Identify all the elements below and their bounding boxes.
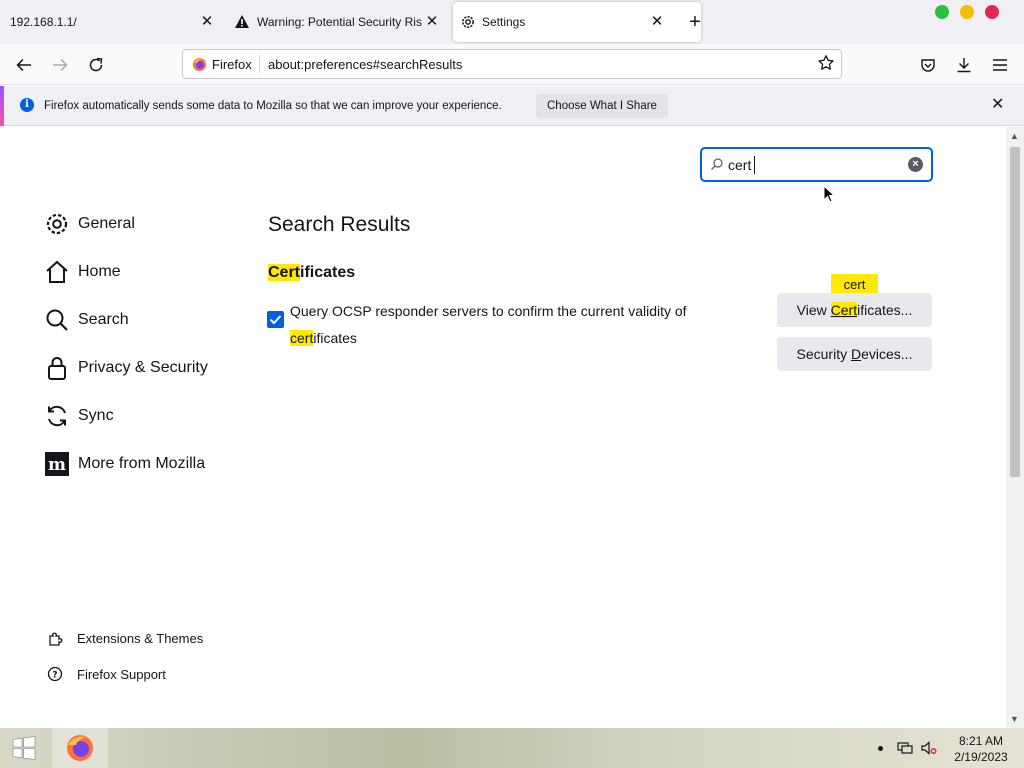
window-close-button[interactable] [985, 5, 999, 19]
tab-title: 192.168.1.1/ [10, 15, 77, 29]
sidebar-link-label: Extensions & Themes [77, 630, 204, 646]
search-highlight: Cert [268, 264, 301, 281]
tab-router[interactable]: 192.168.1.1/ ✕ [0, 0, 220, 44]
clear-search-icon[interactable]: × [908, 157, 923, 172]
tab-security-warning[interactable]: Warning: Potential Security Risk Ahead ✕ [224, 0, 449, 44]
sidebar-item-label: Sync [78, 407, 114, 424]
sidebar-item-general[interactable]: General [44, 210, 135, 238]
help-icon: ? [46, 665, 64, 683]
svg-text:?: ? [52, 671, 57, 681]
ocsp-label[interactable]: Query OCSP responder servers to confirm … [290, 298, 730, 352]
scrollbar-thumb[interactable] [1010, 147, 1020, 477]
identity-label: Firefox [212, 57, 252, 72]
tab-title: Warning: Potential Security Risk Ahead [257, 15, 422, 29]
telemetry-notification-bar: i Firefox automatically sends some data … [0, 86, 1024, 126]
preferences-content: cert × General Home Search Privacy & Sec… [0, 127, 1006, 728]
section-title-rest: ificates [300, 264, 356, 281]
sidebar-item-sync[interactable]: Sync [44, 402, 114, 430]
sidebar-item-privacy-security[interactable]: Privacy & Security [44, 354, 208, 382]
lock-icon [44, 355, 70, 381]
tab-close-icon[interactable]: ✕ [424, 14, 440, 30]
window-maximize-button[interactable] [935, 5, 949, 19]
clock-time: 8:21 AM [958, 734, 1004, 748]
scroll-up-arrow-icon[interactable]: ▲ [1010, 131, 1019, 141]
settings-search-input[interactable]: cert × [700, 147, 933, 182]
taskbar-clock[interactable]: 8:21 AM 2/19/2023 [950, 733, 1012, 765]
search-results-heading: Search Results [268, 213, 411, 236]
url-text[interactable]: about:preferences#searchResults [268, 57, 462, 72]
puzzle-icon [46, 629, 64, 647]
notification-close-icon[interactable]: ✕ [991, 97, 1004, 113]
warning-icon [234, 14, 250, 32]
search-icon [44, 307, 70, 333]
button-text: View [796, 302, 831, 318]
new-tab-plus-icon[interactable]: + [686, 12, 704, 32]
search-highlight: cert [290, 330, 314, 346]
tab-close-icon[interactable]: ✕ [199, 14, 215, 30]
mozilla-icon: m [44, 451, 70, 477]
button-text: evices... [861, 346, 913, 362]
window-minimize-button[interactable] [960, 5, 974, 19]
button-text: Security [796, 346, 851, 362]
sync-icon [44, 403, 70, 429]
firefox-taskbar-icon[interactable] [52, 728, 108, 768]
reload-icon[interactable] [85, 54, 107, 76]
address-bar[interactable]: Firefox about:preferences#searchResults [182, 49, 842, 79]
tray-dot-icon[interactable] [878, 746, 883, 751]
search-input-value: cert [728, 157, 752, 173]
notification-message: Firefox automatically sends some data to… [44, 100, 502, 112]
vertical-scrollbar[interactable]: ▲ ▼ [1006, 127, 1024, 728]
ocsp-label-rest: ificates [313, 330, 357, 346]
sidebar-item-home[interactable]: Home [44, 258, 121, 286]
network-icon[interactable] [897, 741, 913, 760]
sidebar-link-label: Firefox Support [77, 666, 166, 682]
svg-text:m: m [48, 455, 66, 475]
tab-strip: 192.168.1.1/ ✕ Warning: Potential Securi… [0, 0, 1024, 44]
sidebar-item-label: Search [78, 311, 129, 328]
volume-muted-icon[interactable] [921, 741, 937, 760]
forward-arrow-icon[interactable] [49, 54, 71, 76]
access-key: D [850, 346, 862, 362]
tab-title: Settings [482, 15, 526, 29]
certificates-section-title: Certificates [268, 264, 355, 282]
bookmark-star-icon[interactable] [817, 54, 835, 77]
firefox-logo-icon [192, 57, 207, 77]
sidebar-item-more-from-mozilla[interactable]: m More from Mozilla [44, 450, 205, 478]
ocsp-label-text: Query OCSP responder servers to confirm … [290, 303, 687, 319]
scroll-down-arrow-icon[interactable]: ▼ [1010, 714, 1019, 724]
hamburger-menu-icon[interactable] [989, 54, 1011, 76]
sidebar-item-label: General [78, 215, 135, 232]
text-caret [754, 156, 755, 174]
sidebar-item-search[interactable]: Search [44, 306, 129, 334]
search-icon [710, 157, 724, 176]
downloads-icon[interactable] [953, 54, 975, 76]
sidebar-item-label: Home [78, 263, 121, 280]
tab-close-icon[interactable]: ✕ [649, 14, 665, 30]
ocsp-checkbox[interactable] [267, 311, 284, 328]
navigation-toolbar: Firefox about:preferences#searchResults [0, 44, 1024, 85]
sidebar-item-label: Privacy & Security [78, 359, 208, 376]
mouse-pointer-icon [823, 184, 836, 208]
search-highlight: Cert [830, 302, 858, 318]
back-arrow-icon[interactable] [13, 54, 35, 76]
home-icon [44, 259, 70, 285]
divider [259, 55, 260, 73]
choose-what-i-share-button[interactable]: Choose What I Share [536, 94, 668, 118]
windows-taskbar: 8:21 AM 2/19/2023 [0, 728, 1024, 768]
notification-accent [0, 86, 4, 126]
button-text: ificates... [857, 302, 913, 318]
clock-date: 2/19/2023 [954, 750, 1008, 764]
info-icon: i [20, 98, 34, 112]
gear-icon [44, 211, 70, 237]
view-certificates-button[interactable]: View Certificates... [777, 293, 932, 327]
sidebar-item-label: More from Mozilla [78, 455, 206, 472]
windows-start-icon[interactable] [0, 728, 48, 768]
pocket-icon[interactable] [917, 54, 939, 76]
gear-icon [460, 14, 476, 33]
security-devices-button[interactable]: Security Devices... [777, 337, 932, 371]
sidebar-link-firefox-support[interactable]: ? Firefox Support [46, 665, 166, 683]
sidebar-link-extensions-themes[interactable]: Extensions & Themes [46, 629, 203, 647]
tab-settings[interactable]: Settings ✕ [453, 2, 701, 42]
